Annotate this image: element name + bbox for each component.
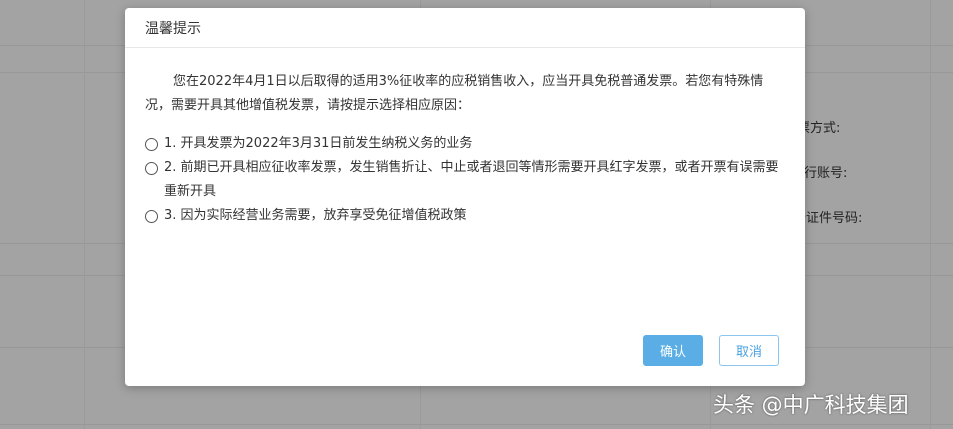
radio-button[interactable] <box>145 162 158 175</box>
notice-dialog: 温馨提示 您在2022年4月1日以后取得的适用3%征收率的应税销售收入，应当开具… <box>125 8 805 386</box>
bg-column-divider <box>84 0 85 429</box>
watermark-text: 头条 @中广科技集团 <box>713 393 909 417</box>
radio-button[interactable] <box>145 210 158 223</box>
reason-option-3[interactable]: 3. 因为实际经营业务需要，放弃享受免征增值税政策 <box>145 204 785 228</box>
reason-option-label: 2. 前期已开具相应征收率发票，发生销售折让、中止或者退回等情形需要开具红字发票… <box>164 160 779 199</box>
dialog-intro-text: 您在2022年4月1日以后取得的适用3%征收率的应税销售收入，应当开具免税普通发… <box>145 74 764 113</box>
reason-option-1[interactable]: 1. 开具发票为2022年3月31日前发生纳税义务的业务 <box>145 132 785 156</box>
dialog-footer: 确认 取消 <box>643 335 779 366</box>
radio-button[interactable] <box>145 138 158 151</box>
dialog-header: 温馨提示 <box>125 8 805 48</box>
confirm-button[interactable]: 确认 <box>643 335 703 366</box>
bg-divider <box>0 424 953 425</box>
reason-option-label: 3. 因为实际经营业务需要，放弃享受免征增值税政策 <box>164 208 467 223</box>
bg-column-divider <box>930 0 931 429</box>
cancel-button[interactable]: 取消 <box>719 335 779 366</box>
reason-option-2[interactable]: 2. 前期已开具相应征收率发票，发生销售折让、中止或者退回等情形需要开具红字发票… <box>145 156 785 204</box>
bg-label-bank-account: 行账号: <box>804 166 848 181</box>
dialog-body: 您在2022年4月1日以后取得的适用3%征收率的应税销售收入，应当开具免税普通发… <box>145 70 785 228</box>
reason-options: 1. 开具发票为2022年3月31日前发生纳税义务的业务 2. 前期已开具相应征… <box>145 132 785 228</box>
reason-option-label: 1. 开具发票为2022年3月31日前发生纳税义务的业务 <box>164 136 473 151</box>
dialog-title: 温馨提示 <box>145 20 201 37</box>
